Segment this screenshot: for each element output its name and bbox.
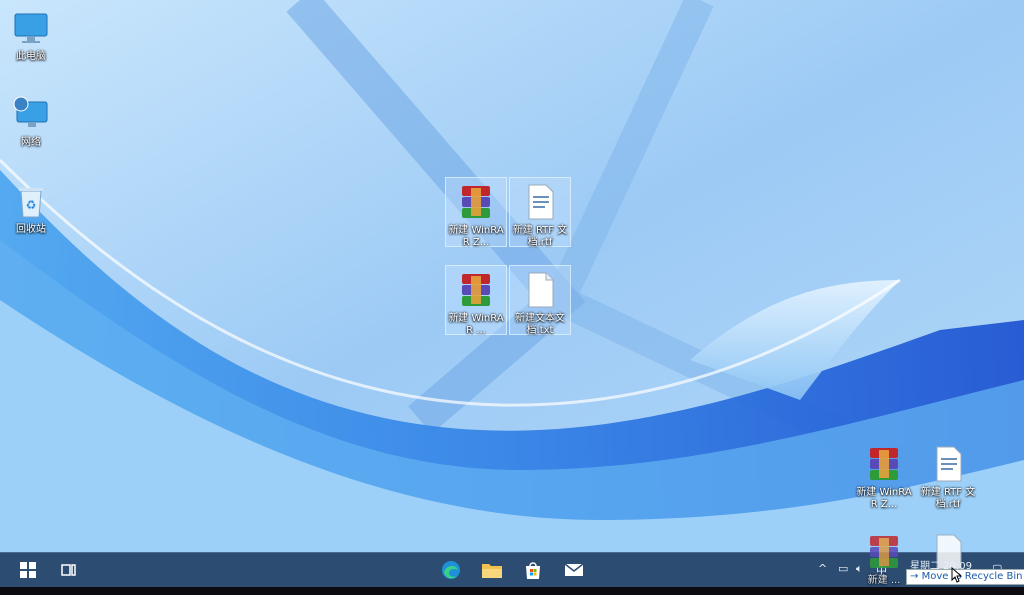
desktop-icon-rtf-1[interactable]: 新建 RTF 文档.rtf — [509, 177, 571, 248]
icon-label: 此电脑 — [16, 51, 46, 62]
text-document-icon — [520, 270, 560, 310]
winrar-archive-icon — [456, 270, 496, 310]
desktop-icon-winrar-3[interactable]: 新建 WinRAR Z... — [853, 440, 915, 511]
task-view-icon — [61, 564, 76, 576]
drag-tooltip: → Move to Recycle Bin — [906, 569, 1024, 585]
winrar-archive-icon — [456, 182, 496, 222]
taskbar-app-mail[interactable] — [557, 553, 591, 587]
desktop-icon-rtf-2[interactable]: 新建 RTF 文档.rtf — [917, 440, 979, 511]
winrar-archive-icon — [864, 444, 904, 484]
icon-label: 新建文本文档.txt — [515, 313, 565, 336]
edge-icon — [442, 561, 460, 579]
desktop[interactable]: 此电脑 网络 ♻ 回收站 新建 WinRAR Z... 新建 RTF 文档.rt… — [0, 0, 1024, 552]
network-tray-icon[interactable]: ▭ — [838, 562, 848, 575]
drag-tooltip-arrow: → — [910, 571, 919, 582]
icon-label: 网络 — [21, 137, 41, 148]
mail-icon — [564, 563, 584, 576]
mouse-cursor-icon — [951, 567, 963, 583]
icon-label: 新建 WinRAR Z... — [856, 487, 912, 510]
network-icon — [11, 94, 51, 134]
recycle-bin-icon: ♻ — [11, 181, 51, 221]
icon-label: 新建 RTF 文档.rtf — [920, 487, 976, 510]
taskbar-app-edge[interactable] — [434, 553, 468, 587]
task-view-button[interactable] — [52, 553, 86, 587]
desktop-icon-this-pc[interactable]: 此电脑 — [0, 4, 62, 63]
show-hidden-icons-chevron-icon[interactable]: ^ — [818, 562, 827, 575]
svg-text:♻: ♻ — [26, 198, 37, 212]
taskbar-app-store[interactable] — [516, 553, 550, 587]
desktop-icon-network[interactable]: 网络 — [0, 90, 62, 149]
computer-icon — [11, 8, 51, 48]
desktop-icon-txt[interactable]: 新建文本文档.txt — [509, 265, 571, 336]
icon-label: 新建 RTF 文档.rtf — [512, 225, 568, 248]
rtf-document-icon — [928, 444, 968, 484]
desktop-icon-recycle-bin[interactable]: ♻ 回收站 — [0, 177, 62, 236]
taskbar-app-file-explorer[interactable] — [475, 553, 509, 587]
desktop-icon-winrar-2[interactable]: 新建 WinRAR ... — [445, 265, 507, 336]
start-button[interactable] — [10, 553, 46, 587]
folder-icon — [482, 564, 502, 578]
rtf-document-icon — [520, 182, 560, 222]
icon-label: 新建 WinRAR ... — [448, 313, 504, 336]
desktop-icon-winrar-1[interactable]: 新建 WinRAR Z... — [445, 177, 507, 248]
icon-label: 新建 WinRAR Z... — [448, 225, 504, 248]
winrar-archive-icon — [864, 532, 904, 572]
icon-label: 回收站 — [16, 224, 46, 235]
store-icon — [526, 562, 540, 579]
drag-tooltip-text: Move to Recycle Bin — [921, 571, 1023, 582]
screen-bottom-bar — [0, 587, 1024, 595]
windows-logo-icon — [20, 562, 36, 578]
